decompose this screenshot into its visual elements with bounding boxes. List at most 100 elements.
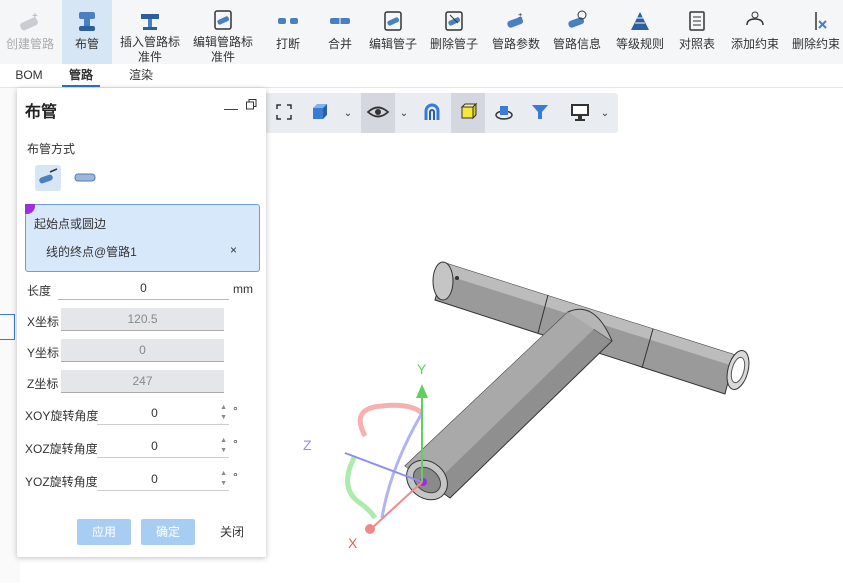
grade-rules-button[interactable]: 等级规则 (613, 0, 667, 64)
edit-pipe-icon (380, 8, 406, 34)
tab-bom[interactable]: BOM (10, 64, 48, 87)
section-view-button[interactable] (417, 93, 447, 133)
create-pipe-button[interactable]: + 创建管路 (2, 0, 58, 64)
x-axis-label: X (348, 535, 358, 551)
restore-icon (246, 99, 257, 110)
x-coord-label: X坐标 (27, 315, 60, 329)
xoy-angle-unit: ° (233, 404, 238, 418)
svg-text:+: + (32, 11, 38, 22)
selected-item[interactable]: 线的终点@管路1 (46, 243, 137, 260)
pipe-info-button[interactable]: 管路信息 (550, 0, 604, 64)
xoz-angle-unit: ° (233, 437, 238, 451)
eye-icon (366, 102, 390, 125)
mode-straight-button[interactable] (72, 165, 98, 191)
view-cube-dropdown[interactable]: ⌄ (341, 93, 355, 133)
straight-mode-icon (73, 168, 97, 189)
xoy-angle-value: 0 (151, 406, 158, 420)
ok-button[interactable]: 确定 (141, 519, 195, 545)
yoz-angle-value: 0 (151, 472, 158, 486)
view-cube-button[interactable] (305, 93, 335, 133)
display-settings-button[interactable] (565, 93, 595, 133)
delete-pipe-button[interactable]: 删除管子 (427, 0, 481, 64)
yoz-angle-stepper[interactable]: 0 ▲ ▼ (97, 468, 229, 491)
stepper-up-icon[interactable]: ▲ (220, 404, 227, 412)
merge-pipe-button[interactable]: 合并 (318, 0, 362, 64)
filter-button[interactable] (525, 93, 555, 133)
edit-standard-part-icon (210, 8, 236, 32)
transform-gizmo[interactable]: Y Z X (303, 361, 428, 551)
z-coord-label: Z坐标 (27, 377, 59, 391)
restore-button[interactable] (246, 99, 257, 110)
length-label: 长度 (27, 284, 52, 298)
tab-render[interactable]: 渲染 (122, 64, 160, 87)
y-coord-field: 0 (61, 339, 224, 362)
length-unit: mm (233, 282, 253, 296)
y-axis-label: Y (417, 361, 427, 377)
mode-label: 布管方式 (27, 142, 76, 156)
edit-standard-part-button[interactable]: 编辑管路标准件 (188, 0, 258, 64)
shaded-cube-icon (458, 102, 478, 125)
visibility-dropdown[interactable]: ⌄ (397, 93, 411, 133)
shaded-mode-button[interactable] (451, 93, 485, 133)
monitor-icon (569, 102, 591, 125)
pipe-params-button[interactable]: ± 管路参数 (489, 0, 543, 64)
delete-constraint-button[interactable]: 删除约束 (789, 0, 843, 64)
merge-pipe-icon (327, 8, 353, 34)
stepper-down-icon[interactable]: ▼ (220, 414, 227, 422)
chevron-down-icon: ⌄ (399, 107, 409, 119)
minimize-button[interactable]: — (224, 100, 238, 116)
length-input[interactable]: 0 (58, 277, 229, 300)
svg-text:±: ± (518, 11, 523, 20)
selector-marker (25, 204, 35, 214)
xoz-angle-value: 0 (151, 439, 158, 453)
pipe-info-icon (564, 8, 590, 34)
insert-standard-part-button[interactable]: 插入管路标准件 (115, 0, 185, 64)
xoy-angle-label: XOY旋转角度 (25, 409, 99, 423)
break-pipe-icon (275, 8, 301, 34)
z-coord-field: 247 (61, 370, 224, 393)
break-pipe-button[interactable]: 打断 (266, 0, 310, 64)
minimize-icon: — (224, 100, 238, 116)
rotate-view-button[interactable] (489, 93, 519, 133)
edit-pipe-button[interactable]: 编辑管子 (366, 0, 420, 64)
stepper-down-icon[interactable]: ▼ (220, 447, 227, 455)
create-pipe-icon: + (17, 8, 43, 34)
route-pipe-panel: 布管 — 布管方式 起始点或圆边 线的终点@管路1 × 长度 0 mm X坐标 … (17, 88, 266, 557)
close-button[interactable]: 关闭 (207, 519, 257, 545)
apply-button[interactable]: 应用 (77, 519, 131, 545)
pipe-params-icon: ± (503, 8, 529, 34)
grade-rules-icon (627, 8, 653, 34)
xoz-angle-label: XOZ旋转角度 (25, 442, 98, 456)
xoz-angle-stepper[interactable]: 0 ▲ ▼ (97, 435, 229, 458)
selector-header: 起始点或圆边 (34, 217, 107, 231)
visibility-button[interactable] (361, 93, 395, 133)
x-coord-field: 120.5 (61, 308, 224, 331)
yoz-angle-unit: ° (233, 470, 238, 484)
ribbon-toolbar: + 创建管路 布管 插入管路标准件 编辑管路标准件 打断 合并 编辑管子 删除管… (0, 0, 843, 65)
add-constraint-button[interactable]: 添加约束 (727, 0, 783, 64)
yoz-angle-label: YOZ旋转角度 (25, 475, 98, 489)
display-settings-dropdown[interactable]: ⌄ (597, 93, 613, 133)
route-pipe-button[interactable]: 布管 (62, 0, 112, 64)
z-axis-label: Z (303, 437, 312, 453)
chevron-down-icon: ⌄ (343, 107, 353, 119)
start-point-selector[interactable]: 起始点或圆边 线的终点@管路1 × (25, 204, 260, 272)
mode-route-button[interactable] (35, 165, 61, 191)
lookup-table-button[interactable]: 对照表 (675, 0, 719, 64)
clear-selection-button[interactable]: × (230, 243, 237, 257)
cube-icon (309, 101, 331, 126)
route-pipe-icon (74, 8, 100, 34)
rotate-icon (493, 101, 515, 126)
insert-standard-part-icon (137, 8, 163, 32)
stepper-up-icon[interactable]: ▲ (220, 470, 227, 478)
tab-pipeline[interactable]: 管路 (62, 64, 100, 87)
view-toolbar: ⌄ ⌄ ⌄ (265, 93, 618, 133)
tab-bar: BOM 管路 渲染 (0, 64, 843, 88)
xoy-angle-stepper[interactable]: 0 ▲ ▼ (97, 402, 229, 425)
zoom-fit-button[interactable] (269, 93, 299, 133)
stepper-up-icon[interactable]: ▲ (220, 437, 227, 445)
stepper-down-icon[interactable]: ▼ (220, 480, 227, 488)
y-coord-label: Y坐标 (27, 346, 60, 360)
branch-pipe (404, 308, 613, 501)
add-constraint-icon (742, 8, 768, 34)
